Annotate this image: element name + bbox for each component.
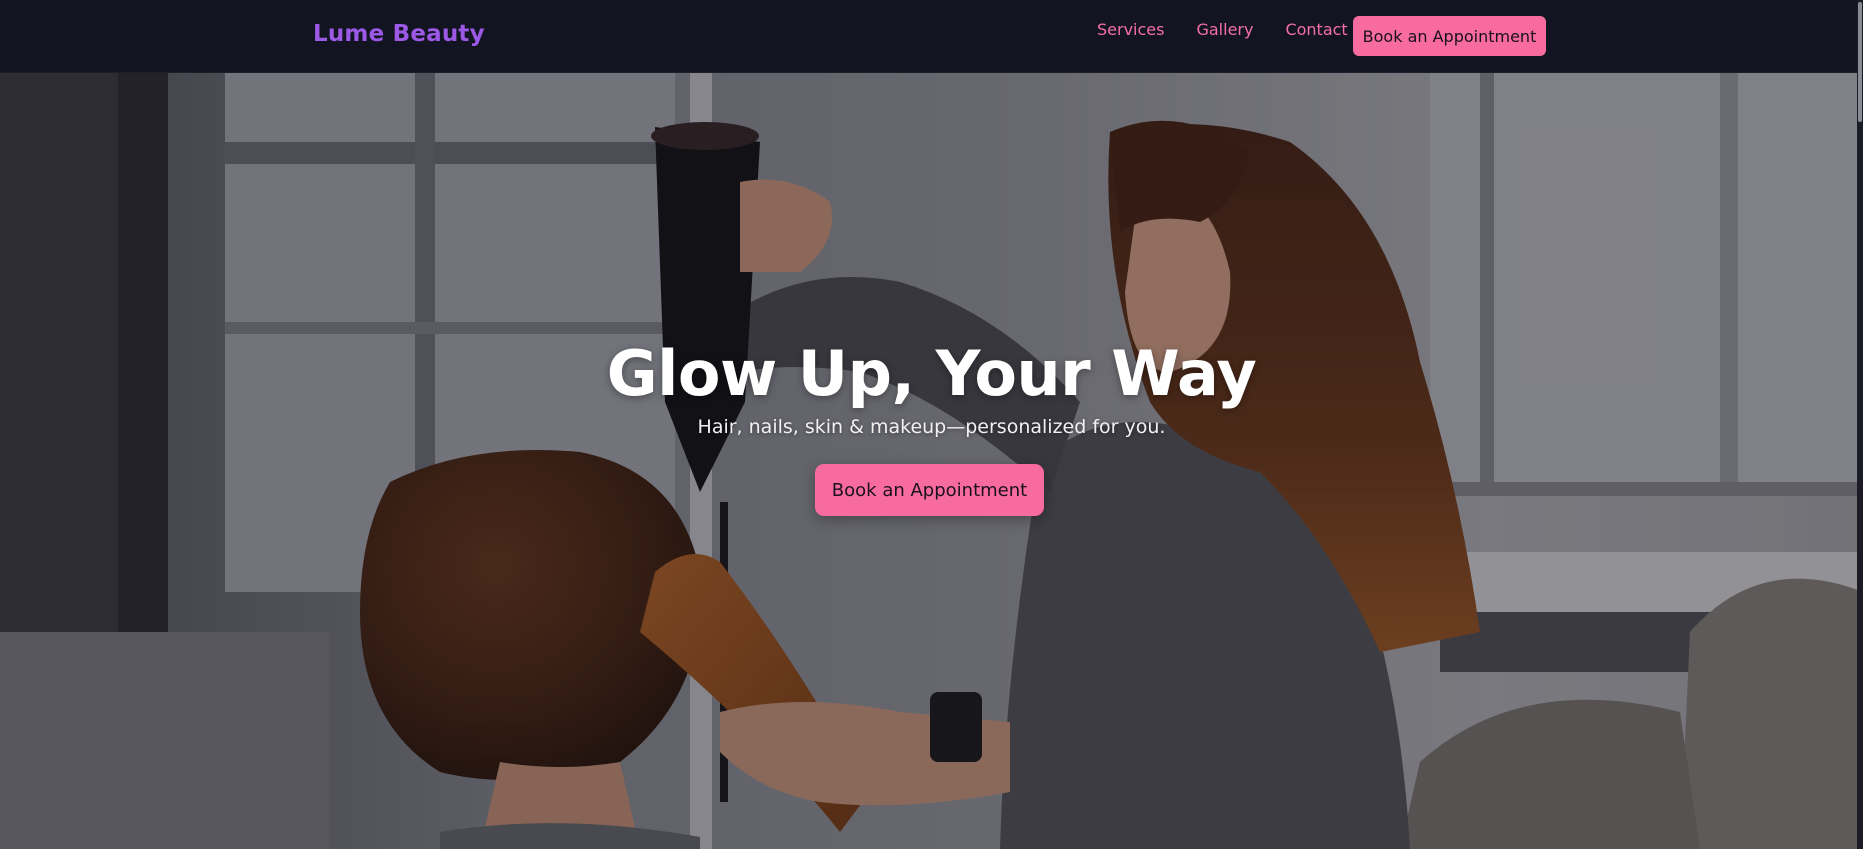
hero-title: Glow Up, Your Way [606,337,1257,410]
nav-link-gallery[interactable]: Gallery [1196,20,1253,40]
scrollbar-thumb[interactable] [1858,2,1862,122]
top-navbar: Lume Beauty Services Gallery Contact Boo… [0,0,1863,73]
hero-book-appointment-button[interactable]: Book an Appointment [815,464,1044,516]
hero-subtitle: Hair, nails, skin & makeup—personalized … [697,416,1166,438]
page-scrollbar[interactable] [1857,0,1863,849]
brand-logo[interactable]: Lume Beauty [313,21,485,47]
hero-dark-overlay [0,72,1863,849]
nav-book-appointment-button[interactable]: Book an Appointment [1353,16,1546,56]
nav-link-contact[interactable]: Contact [1285,20,1347,40]
hero-section: Glow Up, Your Way Hair, nails, skin & ma… [0,72,1863,849]
nav-links: Services Gallery Contact [1097,20,1348,40]
nav-link-services[interactable]: Services [1097,20,1164,40]
